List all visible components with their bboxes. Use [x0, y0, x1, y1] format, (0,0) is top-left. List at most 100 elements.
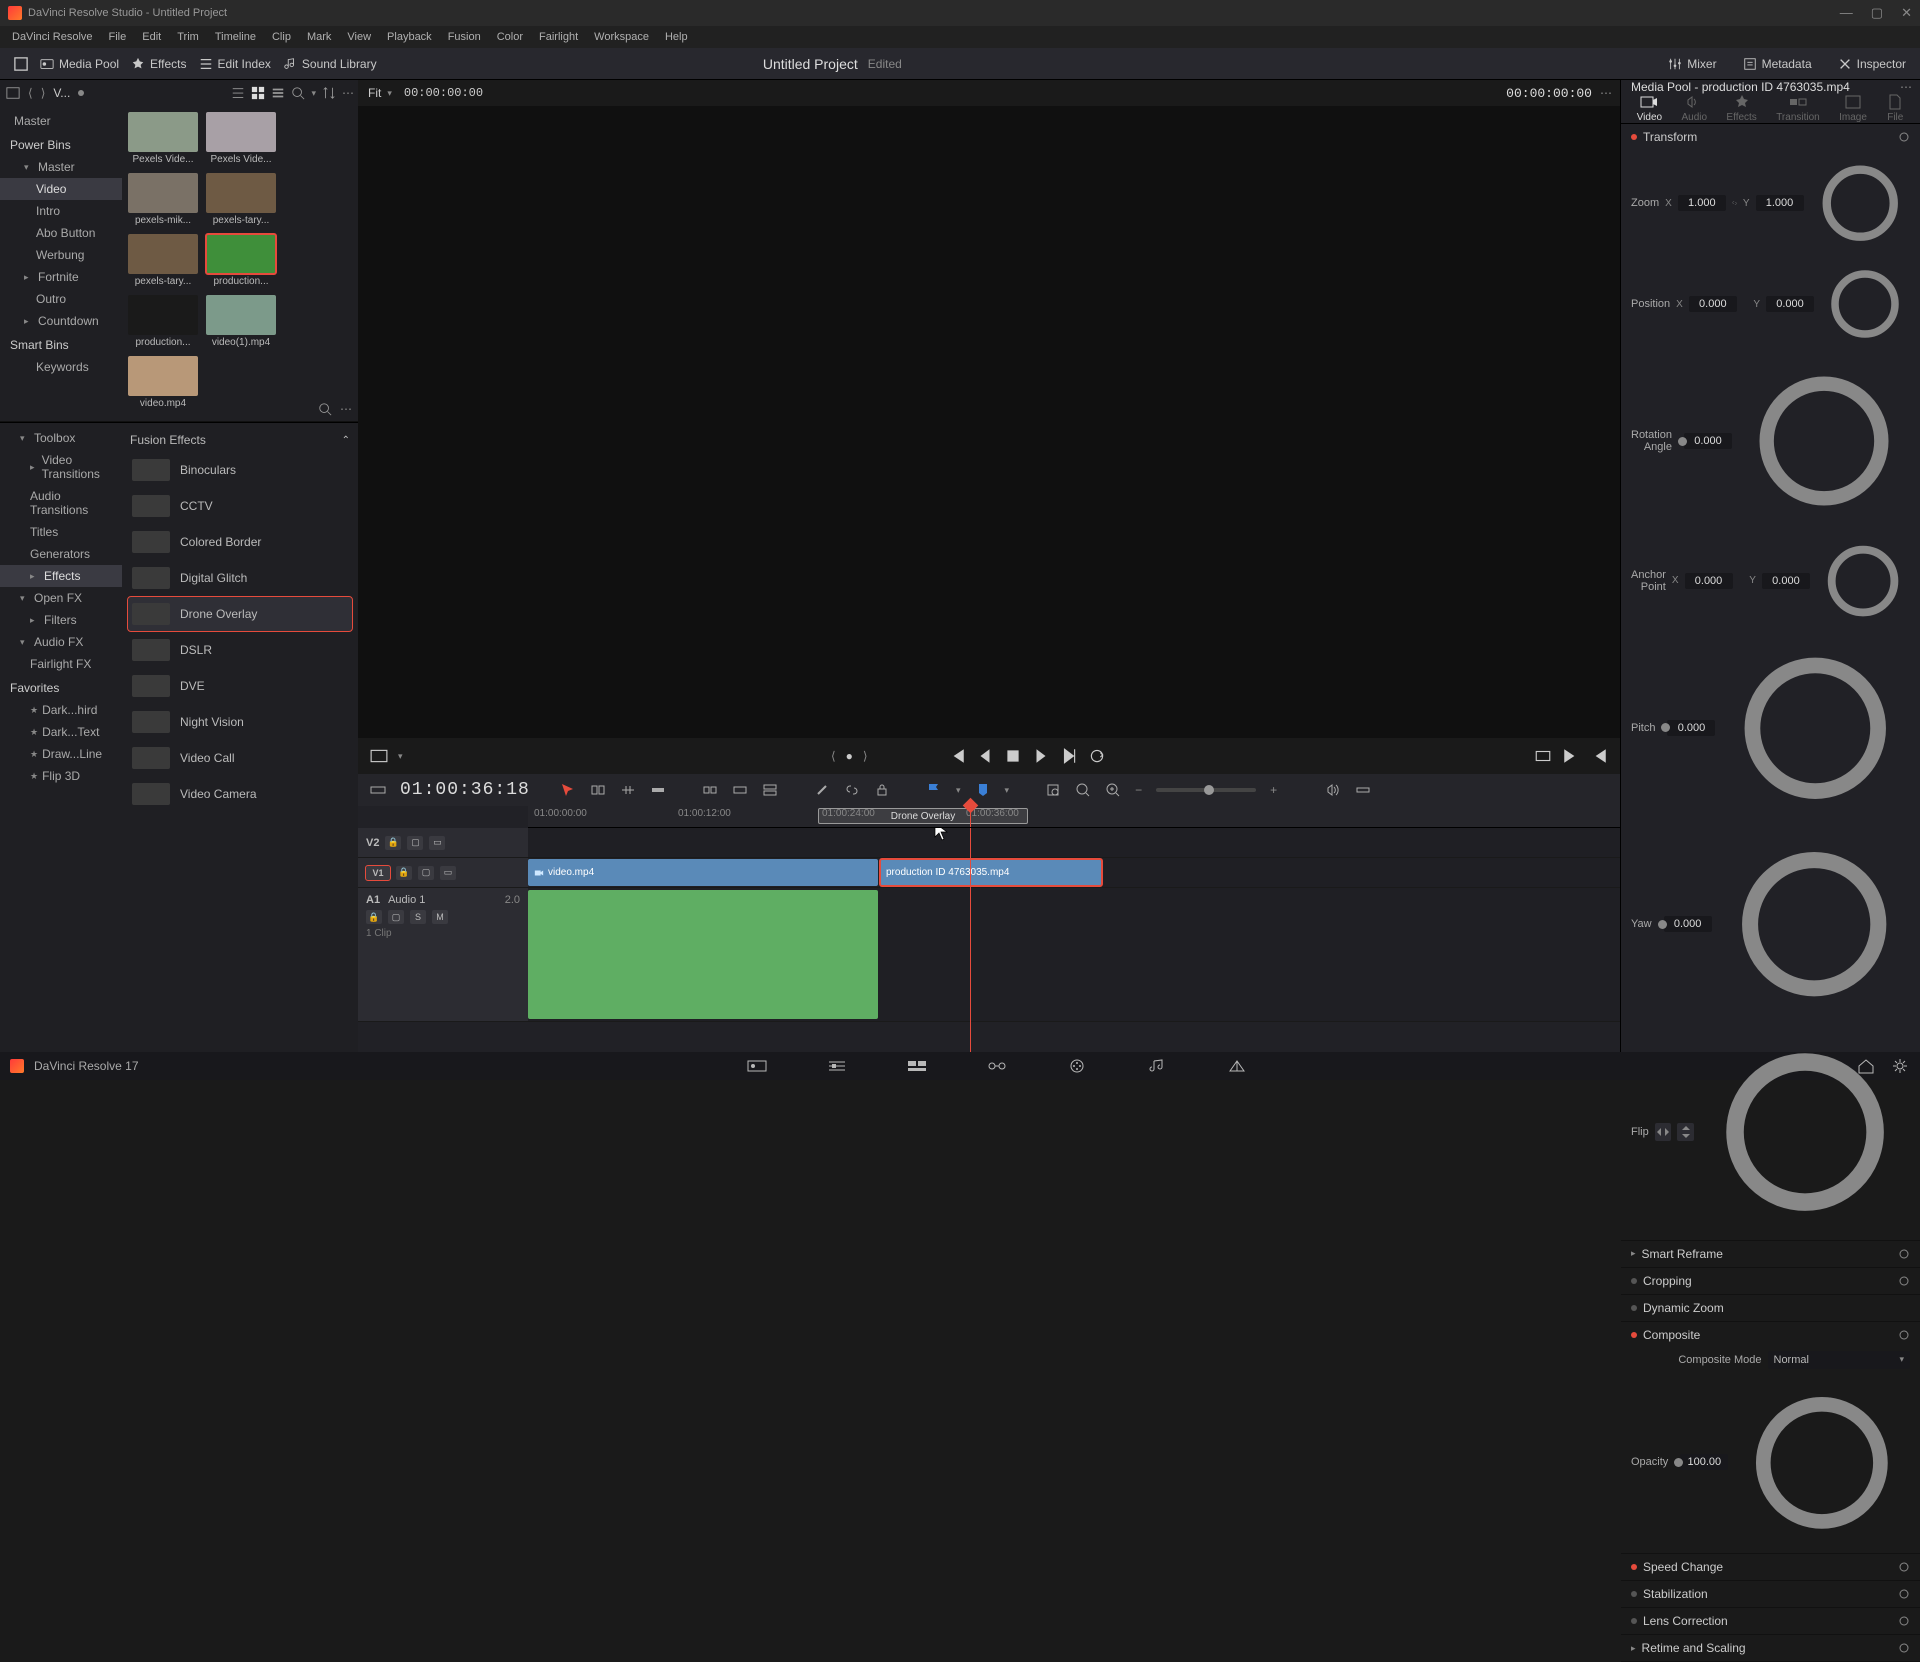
- fx-tree-item[interactable]: ▾Open FX: [0, 587, 122, 609]
- timeline-audio-clip[interactable]: [528, 890, 878, 1019]
- inspector-tab-file[interactable]: File: [1886, 94, 1904, 123]
- fx-tree-item[interactable]: Fairlight FX: [0, 653, 122, 675]
- media-thumb[interactable]: pexels-tary...: [206, 173, 276, 226]
- effect-item[interactable]: Video Call: [128, 741, 352, 775]
- media-thumb[interactable]: video(1).mp4: [206, 295, 276, 348]
- view-label[interactable]: V...: [53, 86, 70, 100]
- pos-y-input[interactable]: [1766, 296, 1814, 312]
- effect-item[interactable]: DSLR: [128, 633, 352, 667]
- color-page-icon[interactable]: [1067, 1058, 1087, 1074]
- timeline-ruler[interactable]: Drone Overlay 01:00:00:00 01:00:12:00 01…: [528, 806, 1620, 828]
- composite-mode-select[interactable]: Normal▾: [1768, 1351, 1911, 1369]
- reset-icon[interactable]: [1734, 1375, 1910, 1551]
- section-transform[interactable]: Transform: [1621, 124, 1920, 150]
- list-view-icon[interactable]: [231, 86, 245, 100]
- favorites-header[interactable]: Favorites: [0, 675, 122, 699]
- fairlight-page-icon[interactable]: [1147, 1058, 1167, 1074]
- fx-category-header[interactable]: Fusion Effects: [130, 433, 206, 447]
- fx-tree-item[interactable]: ▸Video Transitions: [0, 449, 122, 485]
- timeline-view-icon[interactable]: [370, 782, 386, 798]
- snap-icon[interactable]: [1045, 782, 1061, 798]
- home-icon[interactable]: [1856, 1058, 1876, 1074]
- bin-master-root[interactable]: Master: [0, 110, 122, 132]
- menu-item[interactable]: Timeline: [207, 31, 264, 43]
- insert-icon[interactable]: [702, 782, 718, 798]
- loop-icon[interactable]: [1088, 747, 1106, 765]
- auto-select-icon[interactable]: ▢: [418, 866, 434, 880]
- timeline[interactable]: Drone Overlay 01:00:00:00 01:00:12:00 01…: [358, 806, 1620, 1052]
- zoom-full-icon[interactable]: [1075, 782, 1091, 798]
- effect-item[interactable]: Night Vision: [128, 705, 352, 739]
- goto-end-icon[interactable]: [1562, 747, 1580, 765]
- timeline-clip[interactable]: video.mp4: [528, 859, 878, 886]
- fx-tree-item[interactable]: Audio Transitions: [0, 485, 122, 521]
- pos-x-input[interactable]: [1689, 296, 1737, 312]
- menu-icon[interactable]: ⋯: [340, 402, 350, 416]
- fx-tree-item[interactable]: ▾Audio FX: [0, 631, 122, 653]
- menu-item[interactable]: Playback: [379, 31, 440, 43]
- timeline-timecode[interactable]: 01:00:36:18: [400, 780, 540, 800]
- lock-track-icon[interactable]: 🔒: [385, 836, 401, 850]
- sort-icon[interactable]: [322, 86, 336, 100]
- bin-item[interactable]: Video: [0, 178, 122, 200]
- bin-list-icon[interactable]: [6, 86, 20, 100]
- flag-icon[interactable]: [926, 782, 942, 798]
- inspector-tab-effects[interactable]: Effects: [1726, 94, 1756, 123]
- dynamic-trim-icon[interactable]: [620, 782, 636, 798]
- menu-item[interactable]: Mark: [299, 31, 339, 43]
- bin-item[interactable]: Intro: [0, 200, 122, 222]
- reset-icon[interactable]: [1718, 828, 1910, 1020]
- flip-h-button[interactable]: [1655, 1123, 1672, 1141]
- menu-item[interactable]: Fusion: [440, 31, 489, 43]
- section-lens-correction[interactable]: Lens Correction: [1621, 1608, 1920, 1634]
- menu-item[interactable]: View: [339, 31, 379, 43]
- customize-icon[interactable]: [1355, 782, 1371, 798]
- anchor-y-input[interactable]: [1762, 573, 1810, 589]
- media-thumb[interactable]: pexels-tary...: [128, 234, 198, 287]
- effect-item[interactable]: Video Camera: [128, 777, 352, 811]
- disable-track-icon[interactable]: ▭: [440, 866, 456, 880]
- link-icon[interactable]: [844, 782, 860, 798]
- pitch-input[interactable]: [1667, 720, 1715, 736]
- menu-item[interactable]: Color: [489, 31, 531, 43]
- goto-prev-icon[interactable]: [1590, 747, 1608, 765]
- effect-item[interactable]: CCTV: [128, 489, 352, 523]
- search-icon[interactable]: [318, 402, 332, 416]
- favorite-item[interactable]: ★Dark...hird: [0, 699, 122, 721]
- bin-item[interactable]: ▾Master: [0, 156, 122, 178]
- bin-item[interactable]: ▸Countdown: [0, 310, 122, 332]
- link-icon[interactable]: [1732, 196, 1737, 210]
- fullscreen-button[interactable]: [8, 55, 34, 73]
- section-smart-reframe[interactable]: ▸Smart Reframe: [1621, 1241, 1920, 1267]
- effect-item[interactable]: Binoculars: [128, 453, 352, 487]
- selection-tool-icon[interactable]: [560, 782, 576, 798]
- section-cropping[interactable]: Cropping: [1621, 1268, 1920, 1294]
- inspector-tab-image[interactable]: Image: [1839, 94, 1867, 123]
- inspector-menu-icon[interactable]: ⋯: [1900, 80, 1910, 94]
- favorite-item[interactable]: ★Draw...Line: [0, 743, 122, 765]
- track-target-v1[interactable]: V1: [366, 866, 390, 880]
- lock-track-icon[interactable]: 🔒: [366, 910, 382, 924]
- blade-icon[interactable]: [814, 782, 830, 798]
- auto-select-icon[interactable]: ▢: [407, 836, 423, 850]
- metadata-toggle[interactable]: Metadata: [1737, 55, 1818, 73]
- reset-icon[interactable]: [1738, 355, 1910, 527]
- fit-dropdown[interactable]: Fit: [368, 86, 381, 100]
- close-button[interactable]: ✕: [1901, 5, 1912, 21]
- mute-button[interactable]: M: [432, 910, 448, 924]
- settings-icon[interactable]: [1890, 1058, 1910, 1074]
- menu-item[interactable]: Trim: [169, 31, 207, 43]
- media-thumb[interactable]: Pexels Vide...: [128, 112, 198, 165]
- section-retime[interactable]: ▸Retime and Scaling: [1621, 1635, 1920, 1661]
- favorite-item[interactable]: ★Flip 3D: [0, 765, 122, 787]
- match-frame-icon[interactable]: [1534, 747, 1552, 765]
- menu-item[interactable]: Fairlight: [531, 31, 586, 43]
- bin-item[interactable]: Werbung: [0, 244, 122, 266]
- menu-item[interactable]: File: [101, 31, 135, 43]
- opacity-input[interactable]: [1680, 1454, 1728, 1470]
- maximize-button[interactable]: ▢: [1871, 5, 1883, 21]
- stop-icon[interactable]: [1004, 747, 1022, 765]
- zoom-x-input[interactable]: [1678, 195, 1726, 211]
- blade-tool-icon[interactable]: [650, 782, 666, 798]
- marker-icon[interactable]: [975, 782, 991, 798]
